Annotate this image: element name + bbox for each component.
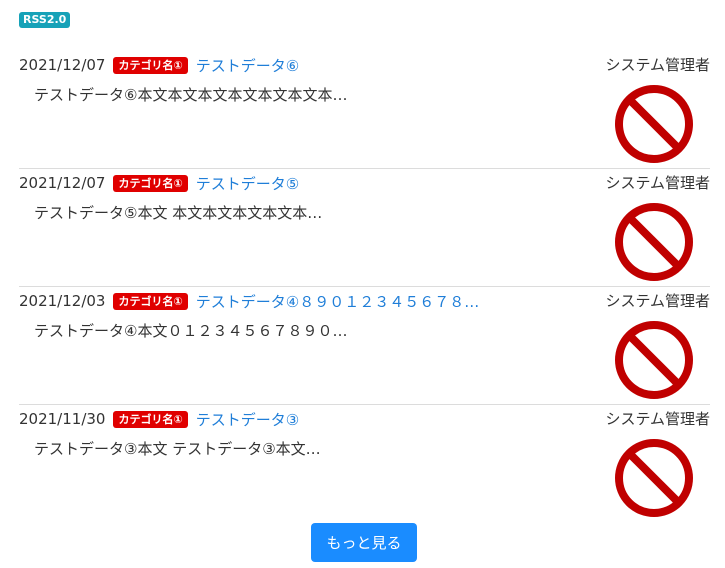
entry-title-link[interactable]: テストデータ④８９０１２３４５６７８… xyxy=(196,291,479,312)
category-badge[interactable]: カテゴリ名① xyxy=(113,410,188,428)
category-badge[interactable]: カテゴリ名① xyxy=(113,292,188,310)
entry-date: 2021/12/07 xyxy=(19,56,106,74)
entry-title-link[interactable]: テストデータ⑥ xyxy=(196,55,299,76)
entry-date: 2021/12/03 xyxy=(19,292,106,310)
category-badge[interactable]: カテゴリ名① xyxy=(113,56,188,74)
entry-title-link[interactable]: テストデータ⑤ xyxy=(196,173,299,194)
entry-author: システム管理者 xyxy=(605,56,710,74)
show-more-button[interactable]: もっと見る xyxy=(311,523,417,562)
list-item: 2021/12/07 カテゴリ名① テストデータ⑤ システム管理者 テストデータ… xyxy=(19,168,710,287)
entry-excerpt: テストデータ⑥本文本文本文本文本文本文本… xyxy=(34,86,348,104)
entry-date: 2021/12/07 xyxy=(19,174,106,192)
no-image-icon xyxy=(615,439,693,517)
entry-excerpt: テストデータ⑤本文 本文本文本文本文本… xyxy=(34,204,323,222)
entry-date: 2021/11/30 xyxy=(19,410,106,428)
entry-author: システム管理者 xyxy=(605,174,710,192)
list-item: 2021/11/30 カテゴリ名① テストデータ③ システム管理者 テストデータ… xyxy=(19,404,710,522)
category-badge[interactable]: カテゴリ名① xyxy=(113,174,188,192)
entry-excerpt: テストデータ④本文０１２３４５６７８９０… xyxy=(34,322,348,340)
entry-excerpt: テストデータ③本文 テストデータ③本文… xyxy=(34,440,321,458)
entry-author: システム管理者 xyxy=(605,292,710,310)
entry-author: システム管理者 xyxy=(605,410,710,428)
rss-feed-badge[interactable]: RSS2.0 xyxy=(19,12,71,28)
no-image-icon xyxy=(615,321,693,399)
no-image-icon xyxy=(615,203,693,281)
list-item: 2021/12/03 カテゴリ名① テストデータ④８９０１２３４５６７８… シス… xyxy=(19,286,710,405)
no-image-icon xyxy=(615,85,693,163)
entry-title-link[interactable]: テストデータ③ xyxy=(196,409,299,430)
list-item: 2021/12/07 カテゴリ名① テストデータ⑥ システム管理者 テストデータ… xyxy=(19,50,710,169)
